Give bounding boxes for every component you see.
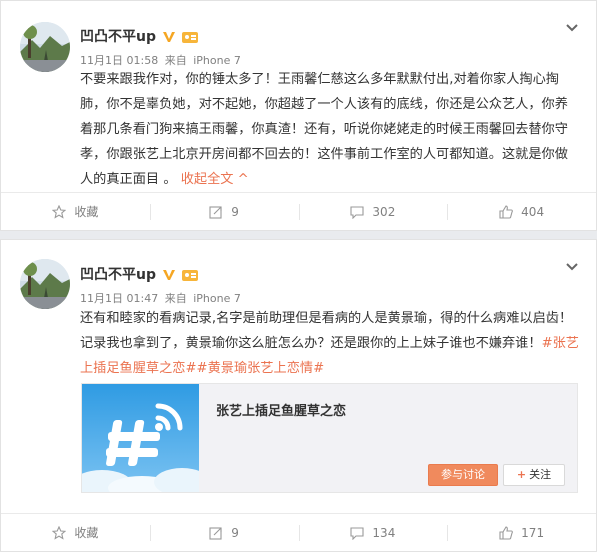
comment-button[interactable]: 302 — [298, 193, 448, 230]
post-meta: 11月1日 01:58 来自 iPhone 7 — [80, 52, 244, 68]
level-badge-icon — [181, 267, 199, 281]
post-card: 凹凸不平up 11月1日 01:58 来自 iPhone 7 不要来跟我作对，你… — [0, 0, 597, 231]
level-badge-icon — [181, 29, 199, 43]
post-time[interactable]: 11月1日 01:58 — [80, 54, 158, 67]
author-name[interactable]: 凹凸不平up — [80, 264, 156, 284]
post-text: 不要来跟我作对，你的锤太多了！王雨馨仁慈这么多年默默付出,对着你家人掏心掏肺，你… — [80, 67, 580, 192]
verified-v-icon — [162, 29, 176, 43]
repost-icon — [209, 205, 222, 219]
post-card: 凹凸不平up 11月1日 01:47 来自 iPhone 7 还有和睦家的看病记… — [0, 239, 597, 552]
post-time[interactable]: 11月1日 01:47 — [80, 292, 158, 305]
like-button[interactable]: 171 — [447, 514, 596, 551]
comment-count: 302 — [372, 204, 396, 219]
like-icon — [499, 204, 514, 219]
comment-icon — [350, 526, 364, 540]
author-name[interactable]: 凹凸不平up — [80, 26, 156, 46]
post-text-content: 还有和睦家的看病记录,名字是前助理但是看病的人是黄景瑜，得的什么病难以启齿！记录… — [80, 311, 573, 351]
post-text-content: 不要来跟我作对，你的锤太多了！王雨馨仁慈这么多年默默付出,对着你家人掏心掏肺，你… — [80, 72, 568, 187]
verified-v-icon — [162, 267, 176, 281]
chevron-down-icon[interactable] — [564, 258, 580, 274]
comment-count: 134 — [372, 525, 396, 540]
like-button[interactable]: 404 — [447, 193, 596, 230]
star-icon — [52, 204, 67, 219]
post-source: iPhone 7 — [193, 54, 241, 67]
repost-icon — [209, 526, 222, 540]
like-count: 404 — [521, 204, 545, 219]
source-prefix: 来自 — [164, 292, 187, 305]
chevron-up-icon: ^ — [237, 172, 249, 187]
star-icon — [52, 525, 67, 540]
chevron-down-icon[interactable] — [564, 19, 580, 35]
repost-count: 9 — [231, 525, 239, 540]
topic-title[interactable]: 张艺上插足鱼腥草之恋 — [216, 400, 346, 419]
follow-label: 关注 — [529, 468, 552, 481]
repost-count: 9 — [231, 204, 239, 219]
avatar[interactable] — [20, 22, 70, 72]
post-source: iPhone 7 — [193, 292, 241, 305]
topic-card[interactable]: 张艺上插足鱼腥草之恋 参与讨论 + 关注 — [81, 383, 578, 493]
repost-button[interactable]: 9 — [149, 193, 299, 230]
favorite-label: 收藏 — [74, 205, 99, 219]
like-count: 171 — [521, 525, 545, 540]
author-row: 凹凸不平up — [80, 264, 199, 284]
post-meta: 11月1日 01:47 来自 iPhone 7 — [80, 290, 244, 306]
favorite-label: 收藏 — [74, 526, 99, 540]
follow-topic-button[interactable]: + 关注 — [503, 464, 565, 486]
author-row: 凹凸不平up — [80, 26, 199, 46]
source-prefix: 来自 — [164, 54, 187, 67]
repost-button[interactable]: 9 — [149, 514, 299, 551]
favorite-button[interactable]: 收藏 — [1, 514, 150, 551]
plus-icon: + — [516, 468, 527, 481]
avatar[interactable] — [20, 259, 70, 309]
favorite-button[interactable]: 收藏 — [1, 193, 150, 230]
action-bar: 收藏 9 134 171 — [1, 513, 596, 551]
post-text: 还有和睦家的看病记录,名字是前助理但是看病的人是黄景瑜，得的什么病难以启齿！记录… — [80, 306, 580, 381]
comment-icon — [350, 205, 364, 219]
comment-button[interactable]: 134 — [298, 514, 448, 551]
action-bar: 收藏 9 302 404 — [1, 192, 596, 230]
like-icon — [499, 525, 514, 540]
topic-hash-icon — [82, 384, 199, 492]
collapse-link[interactable]: 收起全文 ^ — [181, 172, 249, 187]
join-discussion-button[interactable]: 参与讨论 — [428, 464, 498, 486]
